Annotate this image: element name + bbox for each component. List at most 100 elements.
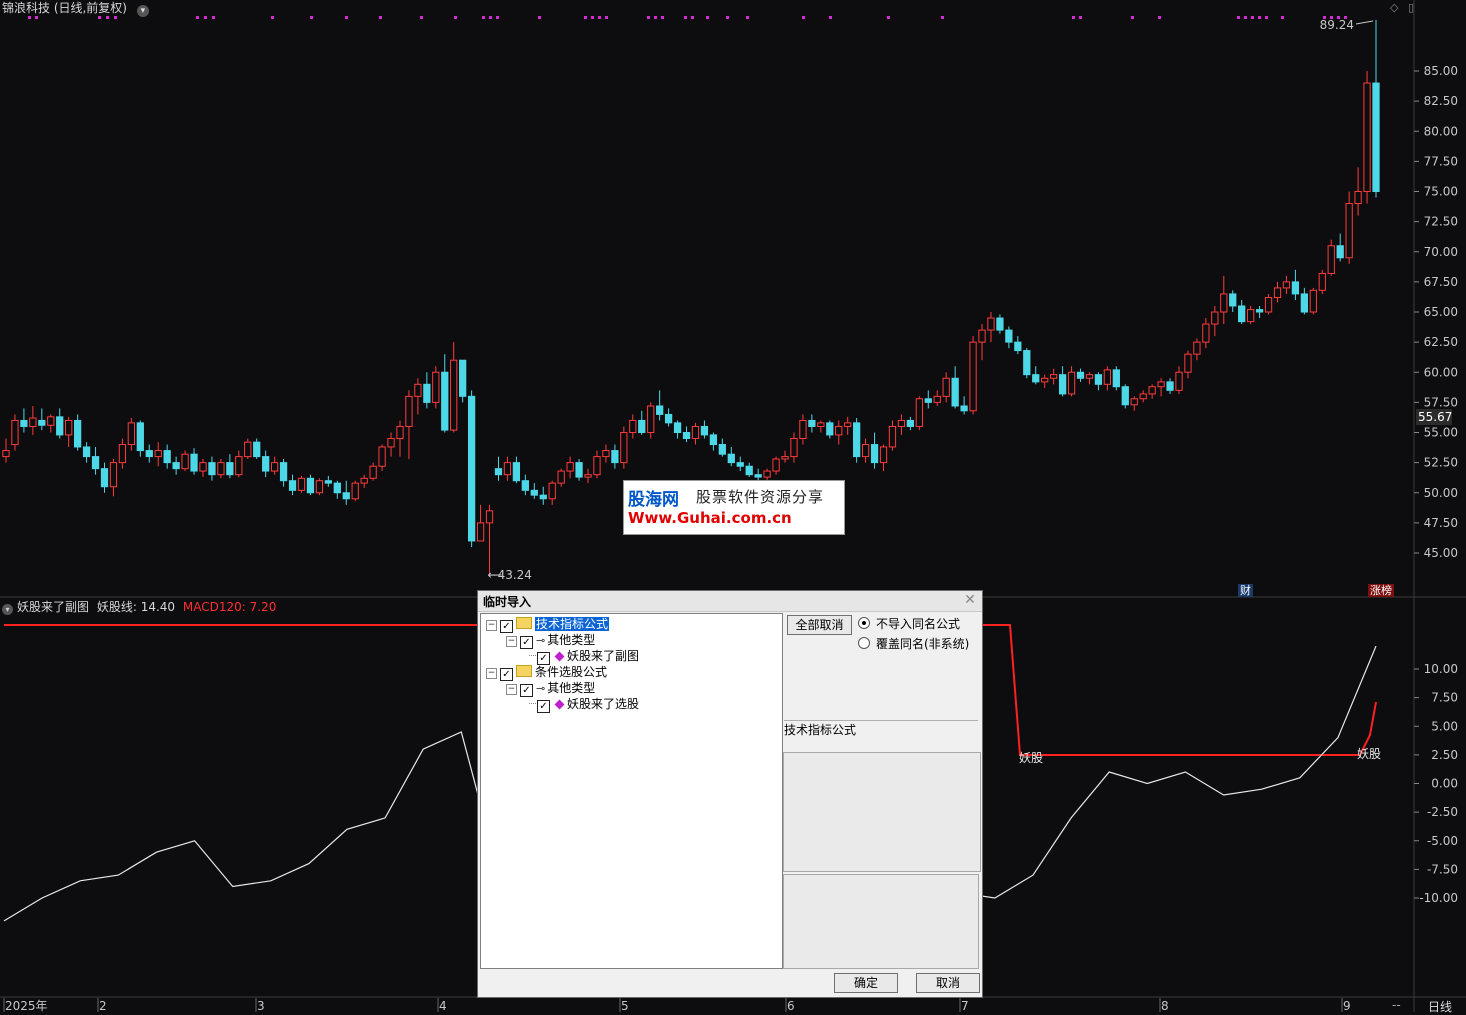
- candle-body: [441, 371, 449, 431]
- tree-item-label[interactable]: 妖股来了选股: [567, 697, 639, 711]
- radio-unselected-icon[interactable]: [858, 637, 870, 649]
- date-label: 4: [439, 999, 447, 1012]
- low-price-label: ←43.24: [488, 568, 532, 582]
- close-icon[interactable]: ✕: [962, 592, 978, 608]
- signal-dot: [1131, 16, 1134, 19]
- collapse-icon[interactable]: −: [506, 636, 517, 647]
- formula-params-box[interactable]: [783, 874, 979, 969]
- tree-item-label[interactable]: 条件选股公式: [535, 665, 607, 679]
- signal-dot: [706, 16, 709, 19]
- date-label: 9: [1343, 999, 1351, 1012]
- price-tick-label: 82.50: [1424, 94, 1458, 108]
- tree-item-condition[interactable]: − ✓ 条件选股公式: [486, 664, 607, 681]
- candle-body: [575, 462, 583, 478]
- tree-item-other-2[interactable]: − ✓ ⊸ 其他类型: [506, 680, 595, 697]
- candle-body: [226, 462, 234, 476]
- candle-body: [924, 398, 932, 403]
- diamond-icon[interactable]: ◇: [1390, 1, 1398, 14]
- signal-dot: [310, 16, 313, 19]
- cancel-all-button[interactable]: 全部取消: [787, 615, 852, 635]
- price-tick-label: 85.00: [1424, 64, 1458, 78]
- tree-item-label[interactable]: 妖股来了副图: [567, 649, 639, 663]
- signal-dot: [802, 16, 805, 19]
- panel-icon[interactable]: ▯: [1408, 1, 1414, 14]
- radio-label[interactable]: 覆盖同名(非系统): [876, 637, 969, 651]
- candle-body: [450, 359, 458, 431]
- tree-item-xuangu[interactable]: ✓ 妖股来了选股: [529, 696, 639, 713]
- tree-item-fututu[interactable]: ✓ 妖股来了副图: [529, 648, 639, 665]
- signal-dot: [420, 16, 423, 19]
- tree-item-tech[interactable]: − ✓ 技术指标公式: [486, 616, 610, 633]
- chevron-down-icon[interactable]: ▾: [136, 5, 149, 17]
- rank-badge[interactable]: 涨榜: [1368, 584, 1394, 597]
- cancel-button[interactable]: 取消: [916, 973, 980, 993]
- folder-icon: [516, 665, 532, 677]
- formula-tree[interactable]: − ✓ 技术指标公式 − ✓ ⊸ 其他类型 ✓ 妖股来了副图 − ✓ 条件选股公式 − ✓ ⊸ 其他类…: [480, 613, 783, 969]
- candle-body: [190, 453, 198, 472]
- candle-body: [870, 444, 879, 464]
- candle-body: [772, 458, 780, 472]
- tree-item-other-1[interactable]: − ✓ ⊸ 其他类型: [506, 632, 595, 649]
- candle-body: [38, 419, 46, 426]
- candle-body: [754, 474, 762, 478]
- tree-connector: [529, 703, 536, 704]
- sub-tick-label: 5.00: [1431, 719, 1458, 733]
- price-tick-label: 57.50: [1424, 395, 1458, 409]
- radio-label[interactable]: 不导入同名公式: [876, 617, 960, 631]
- candle-body: [163, 450, 171, 464]
- ok-button[interactable]: 确定: [834, 973, 898, 993]
- stock-title: 锦浪科技 (日线,前复权): [2, 1, 127, 15]
- signal-dot: [654, 16, 657, 19]
- candle-body: [790, 438, 798, 458]
- sub-tick-label: 10.00: [1424, 662, 1458, 676]
- candle-body: [181, 453, 189, 470]
- candle-body: [387, 438, 395, 448]
- key-icon: ⊸: [536, 634, 546, 647]
- radio-skip-same[interactable]: 不导入同名公式: [858, 615, 960, 632]
- dialog-title-bar[interactable]: 临时导入 ✕: [478, 591, 982, 612]
- candle-body: [217, 462, 225, 476]
- candle-body: [933, 395, 941, 403]
- radio-overwrite[interactable]: 覆盖同名(非系统): [858, 635, 969, 652]
- signal-dot: [1158, 16, 1161, 19]
- candle-body: [996, 317, 1004, 331]
- folder-icon: [516, 617, 532, 629]
- radio-selected-icon[interactable]: [858, 617, 870, 629]
- candle-body: [817, 422, 825, 427]
- signal-dot: [1323, 16, 1326, 19]
- candle-body: [1148, 386, 1156, 395]
- candle-body: [324, 480, 332, 484]
- candle-body: [620, 432, 628, 464]
- candle-body: [808, 419, 816, 427]
- collapse-icon[interactable]: −: [486, 668, 497, 679]
- collapse-icon[interactable]: −: [506, 684, 517, 695]
- tree-item-label[interactable]: 技术指标公式: [535, 617, 610, 631]
- price-tick-label: 80.00: [1424, 124, 1458, 138]
- checkbox-checked-icon[interactable]: ✓: [537, 700, 550, 713]
- candle-body: [718, 444, 726, 455]
- candle-body: [1336, 245, 1344, 259]
- candle-body: [1067, 371, 1076, 395]
- sub-tick-label: -7.50: [1427, 862, 1458, 876]
- sub-chart-name[interactable]: 妖股来了副图: [17, 600, 89, 614]
- candle-body: [611, 450, 619, 464]
- chevron-down-icon[interactable]: ▾: [2, 604, 13, 615]
- sub-tick-label: -10.00: [1419, 891, 1458, 905]
- collapse-icon[interactable]: −: [486, 620, 497, 631]
- candle-body: [253, 441, 261, 458]
- tree-item-label[interactable]: 其他类型: [547, 681, 595, 695]
- signal-dot: [1344, 16, 1347, 19]
- candle-body: [709, 434, 718, 446]
- finance-badge[interactable]: 财: [1238, 584, 1253, 597]
- tree-item-label[interactable]: 其他类型: [547, 633, 595, 647]
- signal-dot: [584, 16, 587, 19]
- candle-body: [512, 462, 521, 482]
- watermark-url: Www.Guhai.com.cn: [628, 509, 792, 527]
- signal-dot: [204, 16, 207, 19]
- candle-body: [1327, 245, 1335, 274]
- candle-body: [1005, 329, 1013, 343]
- formula-description-box[interactable]: [783, 752, 981, 872]
- yaogu-line-value: 妖股线: 14.40: [96, 600, 176, 614]
- period-label[interactable]: 日线: [1428, 998, 1452, 1015]
- candle-body: [987, 317, 995, 331]
